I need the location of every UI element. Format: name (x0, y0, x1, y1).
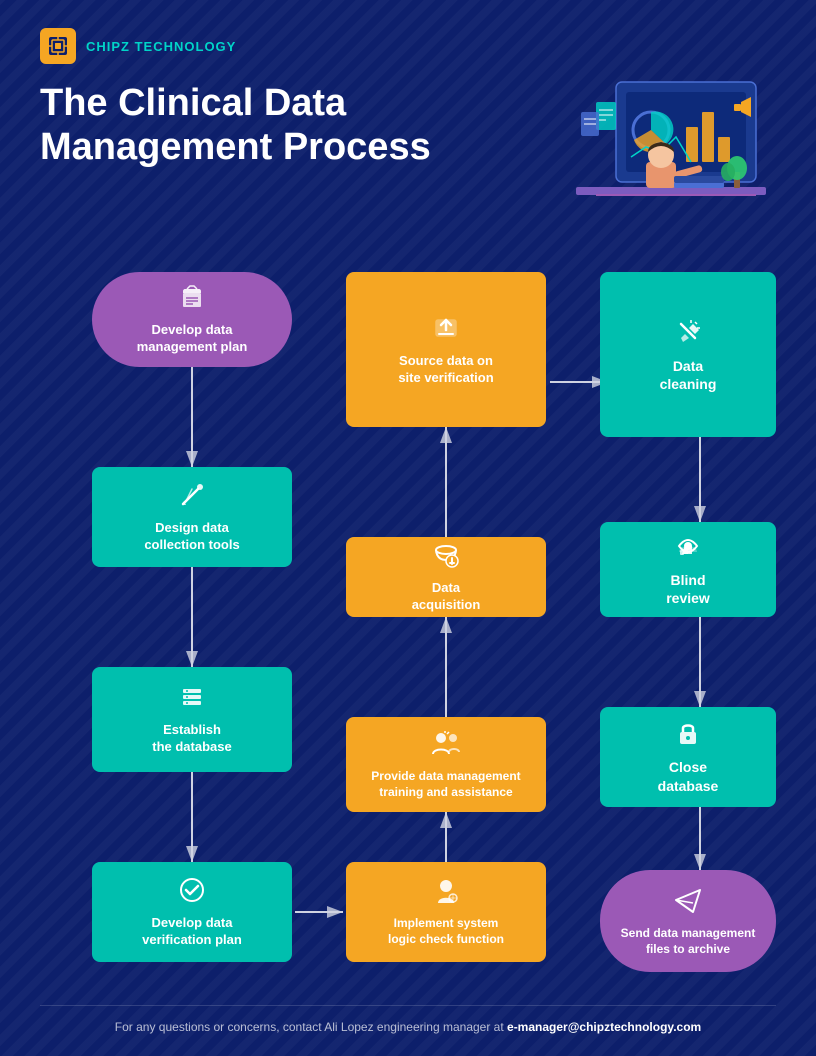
box-blind-review: Blindreview (600, 522, 776, 617)
data-cleaning-icon (673, 316, 703, 351)
source-data-icon (431, 312, 461, 347)
implement-logic-icon (432, 877, 460, 910)
box-source-data: Source data onsite verification (346, 272, 546, 427)
develop-plan-label: Develop datamanagement plan (137, 322, 248, 356)
blind-review-label: Blindreview (666, 571, 710, 607)
blind-review-icon (674, 532, 702, 565)
footer-text: For any questions or concerns, contact A… (115, 1020, 507, 1034)
box-provide-training: Provide data managementtraining and assi… (346, 717, 546, 812)
provide-training-label: Provide data managementtraining and assi… (371, 769, 520, 800)
box-establish-db: Establishthe database (92, 667, 292, 772)
develop-plan-icon (178, 283, 206, 316)
close-database-icon (674, 719, 702, 752)
close-database-label: Closedatabase (658, 758, 719, 794)
illustration (566, 72, 776, 232)
box-send-archive: Send data managementfiles to archive (600, 870, 776, 972)
logo-icon (40, 28, 76, 64)
box-close-database: Closedatabase (600, 707, 776, 807)
box-develop-plan: Develop datamanagement plan (92, 272, 292, 367)
data-acquisition-label: Dataacquisition (412, 580, 481, 614)
establish-db-icon (178, 683, 206, 716)
provide-training-icon (431, 728, 461, 763)
box-design-tools: Design datacollection tools (92, 467, 292, 567)
box-implement-logic: Implement systemlogic check function (346, 862, 546, 962)
send-archive-icon (673, 885, 703, 920)
establish-db-label: Establishthe database (152, 722, 231, 756)
box-data-cleaning: Datacleaning (600, 272, 776, 437)
footer: For any questions or concerns, contact A… (40, 1005, 776, 1034)
box-develop-verification: Develop dataverification plan (92, 862, 292, 962)
develop-verification-icon (178, 876, 206, 909)
main-title: The Clinical Data Management Process (40, 82, 440, 169)
title-block: The Clinical Data Management Process (40, 82, 566, 169)
box-data-acquisition: Dataacquisition (346, 537, 546, 617)
send-archive-label: Send data managementfiles to archive (621, 926, 756, 957)
design-tools-label: Design datacollection tools (144, 520, 239, 554)
data-acquisition-icon (432, 541, 460, 574)
data-cleaning-label: Datacleaning (660, 357, 717, 393)
flowchart: Develop datamanagement plan Design datac… (40, 252, 776, 972)
develop-verification-label: Develop dataverification plan (142, 915, 242, 949)
implement-logic-label: Implement systemlogic check function (388, 916, 504, 947)
design-tools-icon (178, 481, 206, 514)
title-illustration: The Clinical Data Management Process (40, 82, 776, 232)
source-data-label: Source data onsite verification (398, 353, 493, 387)
brand-name: CHIPZ TECHNOLOGY (86, 39, 236, 54)
page: CHIPZ TECHNOLOGY The Clinical Data Manag… (0, 0, 816, 1056)
header: CHIPZ TECHNOLOGY (40, 28, 776, 64)
footer-email: e-manager@chipztechnology.com (507, 1020, 701, 1034)
